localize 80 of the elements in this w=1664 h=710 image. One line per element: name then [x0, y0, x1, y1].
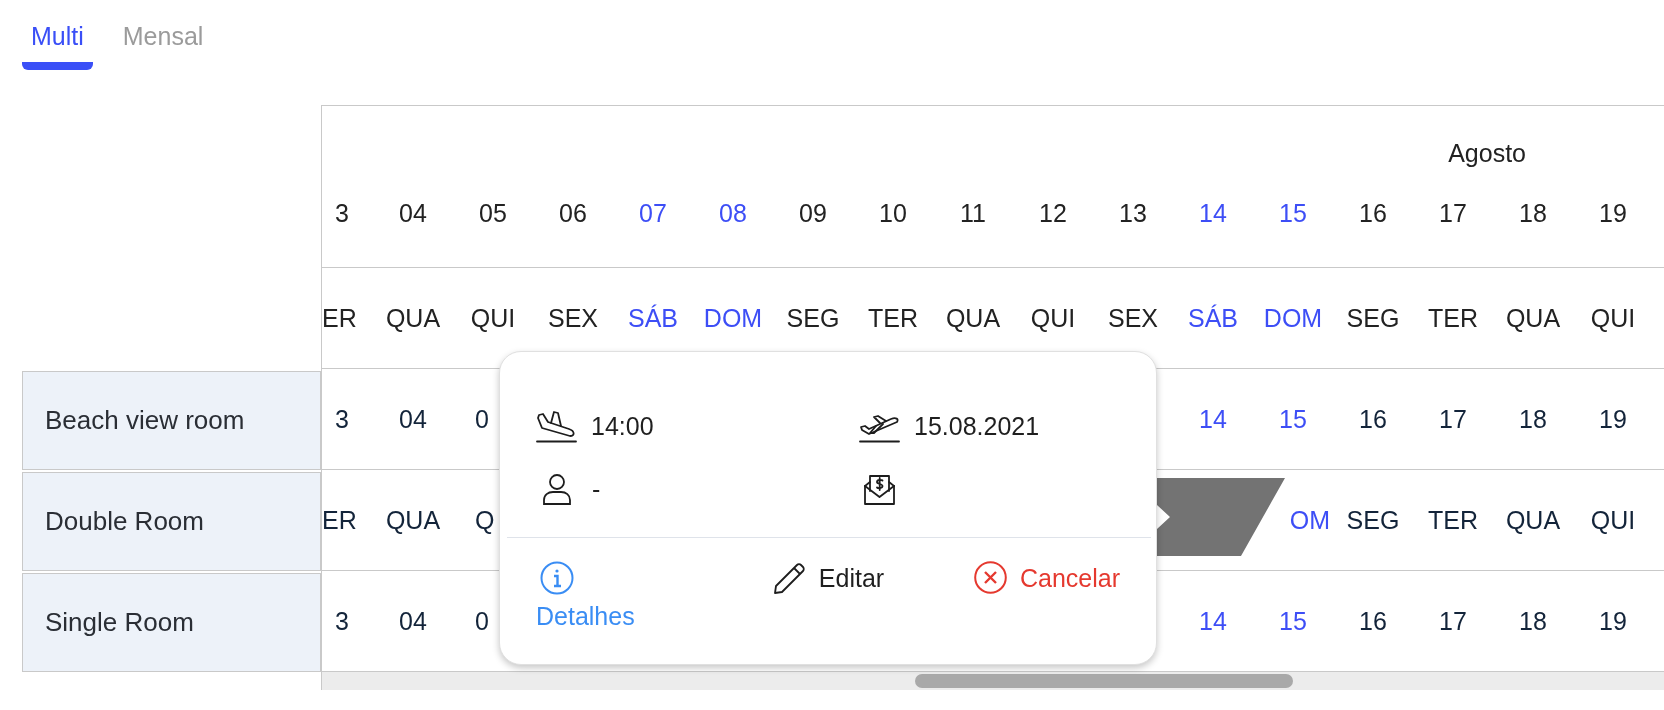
arrival-time: 14:00 — [591, 411, 654, 441]
weekday-label: SÁB — [1188, 303, 1238, 332]
close-circle-icon — [973, 561, 1007, 594]
date-label: 06 — [559, 198, 587, 227]
money-envelope-icon — [863, 472, 896, 506]
weekday-label: TER — [868, 303, 918, 332]
weekday-label: SEG — [1346, 303, 1400, 332]
calendar-cell: TER — [1428, 505, 1478, 534]
date-label: 3 — [335, 198, 349, 227]
calendar-cell: 0 — [475, 404, 489, 433]
weekday-label: QUI — [1590, 303, 1636, 332]
landing-plane-icon — [536, 409, 577, 443]
month-label: Agosto — [1448, 138, 1526, 168]
departure-date: 15.08.2021 — [914, 411, 1040, 441]
tab[interactable]: Mensal — [113, 0, 213, 70]
date-label: 18 — [1519, 198, 1547, 227]
weekday-label: SEG — [786, 303, 840, 332]
weekday-label: DOM — [703, 303, 763, 332]
date-label: 08 — [719, 198, 747, 227]
details-button[interactable]: Detalhes — [536, 561, 635, 631]
calendar-cell: 16 — [1359, 606, 1387, 635]
calendar-cell: 17 — [1439, 606, 1467, 635]
date-label: 12 — [1039, 198, 1067, 227]
calendar-cell: 19 — [1599, 606, 1627, 635]
weekday-label: SEX — [1108, 303, 1158, 332]
calendar-cell: 3 — [335, 606, 349, 635]
room-name: Single Room — [22, 573, 321, 672]
date-label: 17 — [1439, 198, 1467, 227]
calendar-cell: 14 — [1199, 606, 1227, 635]
calendar-cell: 18 — [1519, 404, 1547, 433]
booking-bar[interactable] — [1157, 478, 1285, 556]
calendar-cell: 18 — [1519, 606, 1547, 635]
calendar-cell: ER — [322, 505, 357, 534]
info-icon — [540, 561, 574, 595]
date-label: 04 — [399, 198, 427, 227]
date-label: 09 — [799, 198, 827, 227]
edit-button[interactable]: Editar — [771, 561, 885, 595]
calendar-cell: OM — [1289, 505, 1330, 534]
calendar-cell: 14 — [1199, 404, 1227, 433]
calendar-cell: 15 — [1279, 606, 1307, 635]
calendar-cell: QUA — [1505, 505, 1561, 534]
date-label: 07 — [639, 198, 667, 227]
date-label: 11 — [960, 198, 986, 227]
room-name: Double Room — [22, 472, 321, 571]
date-label: 13 — [1119, 198, 1147, 227]
weekday-label: QUI — [1030, 303, 1076, 332]
person-icon — [542, 472, 572, 506]
cancel-button[interactable]: Cancelar — [973, 561, 1120, 594]
calendar-cell: 17 — [1439, 404, 1467, 433]
calendar-cell: 15 — [1279, 404, 1307, 433]
weekday-label: TER — [1428, 303, 1478, 332]
scrollbar-thumb[interactable] — [915, 674, 1293, 688]
weekday-label: QUA — [1505, 303, 1561, 332]
date-label: 05 — [479, 198, 507, 227]
room-name: Beach view room — [22, 371, 321, 470]
calendar-cell: 04 — [399, 606, 427, 635]
calendar-cell: 04 — [399, 404, 427, 433]
date-label: 14 — [1199, 198, 1227, 227]
calendar-cell: QUA — [385, 505, 441, 534]
calendar-cell: Q — [475, 505, 495, 534]
weekday-label: QUI — [470, 303, 516, 332]
calendar-cell: 16 — [1359, 404, 1387, 433]
date-label: 10 — [879, 198, 907, 227]
weekday-label: QUA — [945, 303, 1001, 332]
weekday-label: SEX — [548, 303, 598, 332]
guest-name: - — [592, 474, 601, 504]
weekday-label: ER — [322, 303, 357, 332]
calendar-cell: 19 — [1599, 404, 1627, 433]
pencil-icon — [771, 561, 807, 595]
weekday-label: DOM — [1263, 303, 1323, 332]
calendar-cell: SEG — [1346, 505, 1400, 534]
calendar-cell: 3 — [335, 404, 349, 433]
date-label: 16 — [1359, 198, 1387, 227]
calendar-cell: QUI — [1590, 505, 1636, 534]
weekday-label: SÁB — [628, 303, 678, 332]
calendar-cell: 0 — [475, 606, 489, 635]
date-label: 15 — [1279, 198, 1307, 227]
tab[interactable]: Multi — [22, 0, 93, 70]
date-label: 19 — [1599, 198, 1627, 227]
weekday-label: QUA — [385, 303, 441, 332]
